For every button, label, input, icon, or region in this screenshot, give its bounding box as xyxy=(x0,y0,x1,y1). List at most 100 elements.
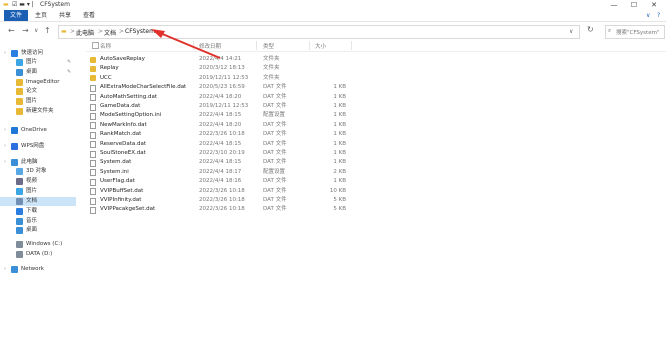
file-row[interactable]: AutoMathSetting.dat 2022/4/4 18:20 DAT 文件 1… xyxy=(86,93,366,102)
file-type: 文件夹 xyxy=(263,56,280,62)
breadcrumb-documents[interactable]: 文档 xyxy=(104,28,116,37)
address-dropdown-button[interactable]: ∨ xyxy=(569,28,573,35)
sidebar-item[interactable]: 音乐 xyxy=(0,217,76,226)
file-icon xyxy=(90,141,96,149)
file-row[interactable]: ReserveData.dat 2022/4/4 18:15 DAT 文件 1 KB xyxy=(86,140,366,149)
tab-home[interactable]: 主页 xyxy=(29,10,53,21)
column-divider[interactable] xyxy=(351,41,352,50)
refresh-button[interactable]: ↻ xyxy=(587,25,594,34)
forward-button[interactable]: → xyxy=(22,26,29,35)
back-button[interactable]: ← xyxy=(8,26,15,35)
pin-icon: ✎ xyxy=(67,69,72,75)
file-row[interactable]: VVIPPacakgeSet.dat 2022/3/26 10:18 DAT 文件 5… xyxy=(86,205,366,214)
sidebar-item[interactable]: Network › xyxy=(0,265,76,274)
file-icon xyxy=(90,197,96,205)
file-name: AutoSaveReplay xyxy=(100,56,145,62)
file-row[interactable]: NewMarkInfo.dat 2022/4/4 18:20 DAT 文件 1 KB xyxy=(86,121,366,130)
sidebar-item-label: ImageEditor xyxy=(26,79,60,85)
column-name[interactable]: 名称 xyxy=(100,42,111,50)
column-size[interactable]: 大小 xyxy=(315,42,326,50)
file-type: 配置设置 xyxy=(263,168,286,175)
sidebar-item[interactable]: 桌面 xyxy=(0,226,76,235)
file-name: SoulStoneEX.dat xyxy=(100,150,146,156)
quick-access-toolbar-icon[interactable]: ☑ ▬ ▾ | xyxy=(12,1,34,8)
file-size: 1 KB xyxy=(333,131,346,138)
sidebar-item[interactable]: 图片 xyxy=(0,97,76,106)
minimize-button[interactable]: — xyxy=(604,0,624,10)
expand-chevron-icon[interactable]: › xyxy=(4,49,6,58)
pictures-icon xyxy=(16,59,23,66)
file-row[interactable]: SoulStoneEX.dat 2022/3/10 20:19 DAT 文件 1 KB xyxy=(86,149,366,158)
file-row[interactable]: AutoSaveReplay 2022/4/4 14:21 文件夹 xyxy=(86,55,366,64)
column-divider[interactable] xyxy=(256,41,257,50)
help-icon[interactable]: ? xyxy=(651,10,666,21)
file-row[interactable]: VVIPInfinity.dat 2022/3/26 10:18 DAT 文件 5 K… xyxy=(86,196,366,205)
file-row[interactable]: UserFlag.dat 2022/4/4 18:16 DAT 文件 1 KB xyxy=(86,177,366,186)
file-row[interactable]: System.dat 2022/4/4 18:15 DAT 文件 1 KB xyxy=(86,158,366,167)
sidebar-item[interactable]: ImageEditor xyxy=(0,78,76,87)
file-row[interactable]: GameData.dat 2019/12/11 12:53 DAT 文件 1 KB xyxy=(86,102,366,111)
folder-icon xyxy=(16,79,23,86)
folder-icon xyxy=(16,88,23,95)
tab-view[interactable]: 查看 xyxy=(77,10,101,21)
recent-locations-button[interactable]: ∨ xyxy=(34,27,38,34)
file-row[interactable]: VVIPBuffSet.dat 2022/3/26 10:18 DAT 文件 10 K… xyxy=(86,187,366,196)
sidebar-item[interactable]: 图片 ✎ xyxy=(0,58,76,67)
file-row[interactable]: ModeSettingOption.ini 2022/4/4 18:15 配置设置 1… xyxy=(86,111,366,120)
close-button[interactable]: ✕ xyxy=(644,0,664,10)
file-size: 5 KB xyxy=(333,197,346,203)
star-icon xyxy=(11,50,18,57)
file-type: DAT 文件 xyxy=(263,187,287,194)
address-row: ← → ∨ ↑ ▬ > 此电脑 > 文档 > CFSystem ∨ ↻ ⌕ 搜索… xyxy=(0,22,666,40)
search-box[interactable]: ⌕ 搜索"CFSystem" xyxy=(605,25,665,39)
drive-icon xyxy=(16,251,23,258)
expand-chevron-icon[interactable]: › xyxy=(4,126,6,135)
file-size: 2 KB xyxy=(333,168,346,175)
sidebar-item[interactable]: 3D 对象 xyxy=(0,167,76,176)
sidebar-item[interactable]: OneDrive › xyxy=(0,126,76,135)
sidebar-item-label: 论文 xyxy=(26,88,38,94)
expand-chevron-icon[interactable]: › xyxy=(4,142,6,151)
sidebar-item[interactable]: DATA (D:) xyxy=(0,250,76,259)
documents-icon xyxy=(16,198,23,205)
file-row[interactable]: RankMatch.dat 2022/3/26 10:18 DAT 文件 1 KB xyxy=(86,130,366,139)
sidebar-item[interactable]: 下载 xyxy=(0,207,76,216)
file-row[interactable]: System.ini 2022/4/4 18:17 配置设置 2 KB xyxy=(86,168,366,177)
sidebar-item[interactable]: 文档 xyxy=(0,197,76,206)
file-type: 文件夹 xyxy=(263,74,280,81)
file-row[interactable]: Replay 2020/3/12 18:13 文件夹 xyxy=(86,64,366,73)
column-header: 名称 修改日期 类型 大小 xyxy=(86,40,666,52)
file-modified: 2022/3/26 10:18 xyxy=(199,197,245,203)
breadcrumb-cfsystem[interactable]: CFSystem xyxy=(125,28,155,35)
column-divider[interactable] xyxy=(309,41,310,50)
file-size: 1 KB xyxy=(333,112,346,119)
sidebar-item[interactable]: 桌面 ✎ xyxy=(0,68,76,77)
sidebar-item-label: 下载 xyxy=(26,208,38,214)
sidebar-item[interactable]: WPS网盘 › xyxy=(0,142,76,151)
expand-chevron-icon[interactable]: › xyxy=(4,265,6,274)
select-all-checkbox[interactable] xyxy=(92,42,99,49)
sidebar-item[interactable]: 快速访问 › xyxy=(0,49,76,58)
sidebar-item[interactable]: 视频 xyxy=(0,177,76,186)
expand-chevron-icon[interactable]: › xyxy=(4,158,6,167)
tab-file[interactable]: 文件 xyxy=(4,10,29,21)
column-modified[interactable]: 修改日期 xyxy=(199,42,221,50)
tab-share[interactable]: 共享 xyxy=(53,10,77,21)
file-row[interactable]: AllExtraModeCharSelectFile.dat 2020/5/23 … xyxy=(86,83,366,92)
column-divider[interactable] xyxy=(193,41,194,50)
file-type: DAT 文件 xyxy=(263,140,287,147)
sidebar-item[interactable]: 图片 xyxy=(0,187,76,196)
breadcrumb-this-pc[interactable]: 此电脑 xyxy=(76,28,94,37)
address-bar[interactable]: ▬ > 此电脑 > 文档 > CFSystem ∨ xyxy=(58,25,580,39)
up-button[interactable]: ↑ xyxy=(44,26,51,35)
file-modified: 2022/4/4 14:21 xyxy=(199,56,242,62)
breadcrumb-separator: > xyxy=(119,28,125,35)
maximize-button[interactable]: ☐ xyxy=(624,0,644,10)
sidebar-item[interactable]: 新建文件夹 xyxy=(0,107,76,116)
column-type[interactable]: 类型 xyxy=(263,42,274,50)
sidebar-item[interactable]: 论文 xyxy=(0,87,76,96)
sidebar-item-label: Windows (C:) xyxy=(26,241,63,247)
sidebar-item[interactable]: 此电脑 › xyxy=(0,158,76,167)
file-row[interactable]: UCC 2019/12/11 12:53 文件夹 xyxy=(86,74,366,83)
sidebar-item[interactable]: Windows (C:) xyxy=(0,240,76,249)
